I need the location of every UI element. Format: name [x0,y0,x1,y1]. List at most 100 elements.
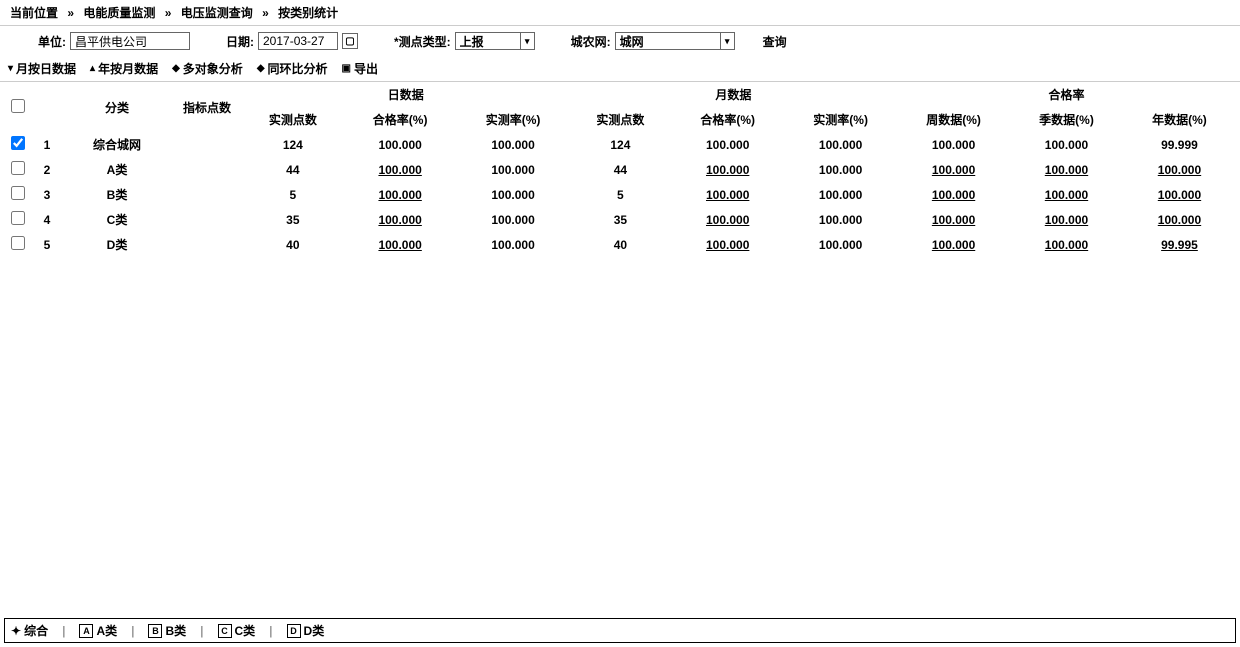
cell-month-pts: 40 [570,232,672,257]
cell-week[interactable]: 100.000 [897,207,1010,232]
cell-day-pts: 124 [242,132,344,157]
cell-season[interactable]: 100.000 [1010,182,1123,207]
multi-icon: ◆ [172,63,180,74]
cell-day-pass[interactable]: 100.000 [344,207,457,232]
bottom-tab-a[interactable]: AA类 [79,622,117,639]
unit-input[interactable] [70,32,190,50]
cell-season: 100.000 [1010,132,1123,157]
compare-icon: ◆ [257,63,265,74]
cell-year[interactable]: 100.000 [1123,207,1236,232]
chevron-down-icon[interactable]: ▾ [720,33,734,49]
col-day-pts: 实测点数 [242,107,344,132]
query-button[interactable]: 查询 [763,33,787,50]
row-checkbox[interactable] [11,136,25,150]
row-indicator [172,207,242,232]
cell-month-pts: 44 [570,157,672,182]
cell-month-pts: 5 [570,182,672,207]
cell-season[interactable]: 100.000 [1010,232,1123,257]
breadcrumb-item[interactable]: 电能质量监测 [83,6,155,20]
cell-day-real: 100.000 [457,182,570,207]
table-row: 1综合城网124100.000100.000124100.000100.0001… [4,132,1236,157]
bottom-tab-d[interactable]: DD类 [287,622,325,639]
filter-bar: 单位: 日期: ▢ *测点类型: 上报 ▾ 城农网: 城网 ▾ 查询 [0,26,1240,56]
cell-month-pts: 124 [570,132,672,157]
cell-day-pts: 40 [242,232,344,257]
col-month-group: 月数据 [570,82,898,107]
cell-year: 99.999 [1123,132,1236,157]
cell-week[interactable]: 100.000 [897,182,1010,207]
breadcrumb-item[interactable]: 按类别统计 [278,6,338,20]
breadcrumb-label: 当前位置 [10,6,58,20]
grid-label: 城农网: [571,33,611,50]
cell-month-pass[interactable]: 100.000 [671,207,784,232]
cell-day-pass[interactable]: 100.000 [344,232,457,257]
cell-year[interactable]: 100.000 [1123,157,1236,182]
cell-season[interactable]: 100.000 [1010,157,1123,182]
calendar-icon[interactable]: ▢ [342,33,358,49]
star-icon: ✦ [11,624,21,638]
cell-day-pts: 35 [242,207,344,232]
mtype-select[interactable]: 上报 ▾ [455,32,535,50]
breadcrumb-item[interactable]: 电压监测查询 [181,6,253,20]
tb-export[interactable]: ▣导出 [342,60,378,77]
cell-month-pass[interactable]: 100.000 [671,182,784,207]
row-checkbox[interactable] [11,186,25,200]
chevron-down-icon[interactable]: ▾ [520,33,534,49]
bottom-tabs: ✦综合 | AA类 | BB类 | CC类 | DD类 [4,618,1236,643]
cell-week[interactable]: 100.000 [897,157,1010,182]
cell-month-pass[interactable]: 100.000 [671,157,784,182]
cell-year[interactable]: 100.000 [1123,182,1236,207]
cell-month-real: 100.000 [784,207,897,232]
table-row: 3B类5100.000100.0005100.000100.000100.000… [4,182,1236,207]
box-b-icon: B [148,624,162,638]
cell-day-pass[interactable]: 100.000 [344,182,457,207]
cell-day-real: 100.000 [457,207,570,232]
grid-select[interactable]: 城网 ▾ [615,32,735,50]
breadcrumb-sep: » [67,6,74,20]
row-indicator [172,182,242,207]
table-row: 5D类40100.000100.00040100.000100.000100.0… [4,232,1236,257]
cell-month-pts: 35 [570,207,672,232]
row-checkbox[interactable] [11,236,25,250]
cell-week[interactable]: 100.000 [897,232,1010,257]
breadcrumb: 当前位置 » 电能质量监测 » 电压监测查询 » 按类别统计 [0,0,1240,26]
tb-multi-analysis[interactable]: ◆多对象分析 [172,60,243,77]
cell-month-pass[interactable]: 100.000 [671,232,784,257]
row-category: D类 [62,232,172,257]
col-category: 分类 [62,82,172,132]
bottom-tab-c[interactable]: CC类 [218,622,256,639]
row-index: 5 [32,232,62,257]
cell-month-real: 100.000 [784,157,897,182]
col-month-pass: 合格率(%) [671,107,784,132]
box-c-icon: C [218,624,232,638]
cell-month-real: 100.000 [784,132,897,157]
bottom-tab-all[interactable]: ✦综合 [11,622,48,639]
cell-day-real: 100.000 [457,232,570,257]
bottom-tab-b[interactable]: BB类 [148,622,186,639]
col-season: 季数据(%) [1010,107,1123,132]
select-all-checkbox[interactable] [11,99,25,113]
row-category: 综合城网 [62,132,172,157]
row-checkbox[interactable] [11,161,25,175]
box-a-icon: A [79,624,93,638]
cell-day-pass: 100.000 [344,132,457,157]
mtype-label: *测点类型: [394,33,451,50]
tb-compare-analysis[interactable]: ◆同环比分析 [257,60,328,77]
row-index: 1 [32,132,62,157]
export-icon: ▣ [342,63,351,74]
tb-month-by-day[interactable]: ▾月按日数据 [8,60,76,77]
cell-week: 100.000 [897,132,1010,157]
cell-year[interactable]: 99.995 [1123,232,1236,257]
cell-season[interactable]: 100.000 [1010,207,1123,232]
tb-year-by-month[interactable]: ▴年按月数据 [90,60,158,77]
row-indicator [172,157,242,182]
row-index: 3 [32,182,62,207]
cell-day-real: 100.000 [457,157,570,182]
col-day-group: 日数据 [242,82,570,107]
cell-day-pass[interactable]: 100.000 [344,157,457,182]
date-input[interactable] [258,32,338,50]
row-checkbox[interactable] [11,211,25,225]
chevron-down-icon: ▾ [8,63,13,74]
cell-month-real: 100.000 [784,182,897,207]
row-category: B类 [62,182,172,207]
